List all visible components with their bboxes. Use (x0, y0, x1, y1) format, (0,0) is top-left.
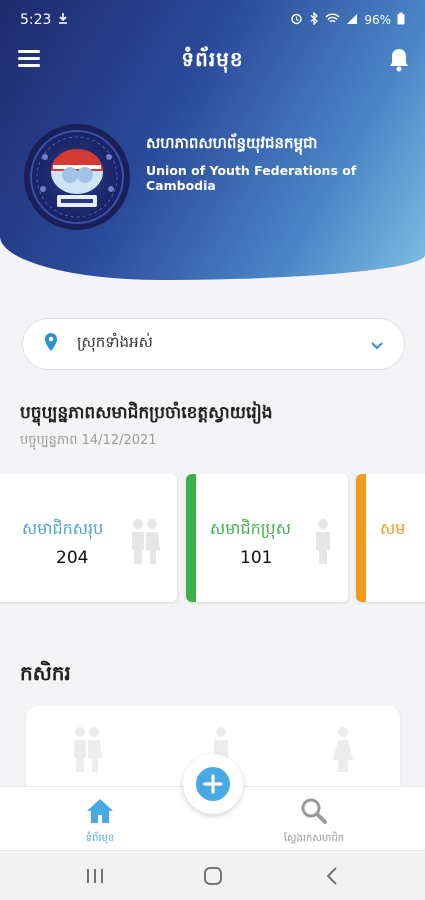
nav-home-label: ទំព័រមុខ (85, 833, 115, 844)
search-icon (300, 797, 328, 829)
stat-value: 204 (56, 548, 89, 568)
district-filter-value: ស្រុកទាំងអស់ (77, 333, 153, 351)
recent-apps-icon[interactable] (80, 865, 110, 887)
female-person-icon (332, 726, 354, 778)
male-members-card[interactable]: សមាជិកប្រុស 101 (186, 474, 348, 602)
status-bar: 5:23 96% (0, 0, 425, 40)
signal-icon (346, 13, 358, 28)
status-time: 5:23 (20, 12, 52, 28)
stat-label: សមាជិកប្រុស (210, 519, 291, 538)
couple-icon (130, 518, 160, 570)
nav-search-label: ស្វែងរកសមាជិក (283, 833, 345, 844)
add-button[interactable] (183, 754, 243, 814)
stat-value: 101 (240, 548, 273, 568)
stat-label: សម (380, 519, 406, 538)
male-person-icon (314, 518, 332, 570)
organization-name-english: Union of Youth Federations of Cambodia (146, 163, 357, 193)
nav-search-members[interactable]: ស្វែងរកសមាជិក (244, 787, 384, 851)
app-bar: ទំព័រមុខ (0, 40, 425, 82)
back-icon[interactable] (318, 865, 348, 887)
plus-icon (196, 767, 230, 801)
battery-icon (397, 12, 405, 28)
download-icon (57, 12, 69, 28)
organization-name-khmer: សហភាពសហព័ន្ធយុវជនកម្ពុជា (146, 134, 318, 152)
stat-label: សមាជិកសរុប (22, 519, 104, 538)
hamburger-menu-icon[interactable] (18, 50, 40, 70)
female-members-card[interactable]: សម (356, 474, 425, 602)
header-banner: 5:23 96% ទំព័រមុខ សហភាពសហព័ន្ធយុវជនកម្ពុ… (0, 0, 425, 280)
alarm-icon (290, 12, 303, 28)
nav-home[interactable]: ទំព័រមុខ (30, 787, 170, 851)
bluetooth-icon (309, 11, 319, 28)
summary-updated-date: បច្ចុប្បន្នភាព 14/12/2021 (20, 433, 157, 448)
couple-icon (72, 726, 102, 778)
category-title: កសិករ (20, 661, 71, 685)
page-title: ទំព័រមុខ (181, 47, 244, 71)
system-navigation-bar (0, 850, 425, 900)
bell-icon[interactable] (387, 46, 411, 74)
home-system-icon[interactable] (198, 865, 228, 887)
battery-text: 96% (364, 13, 391, 27)
chevron-down-icon (370, 335, 384, 354)
summary-title: បច្ចុប្បន្នភាពសមាជិកប្រចាំខេត្តស្វាយរៀង (20, 403, 273, 423)
member-stats-carousel[interactable]: សមាជិកសរុប 204 សមាជិកប្រុស 101 សម (0, 474, 425, 604)
district-filter-select[interactable]: ស្រុកទាំងអស់ (22, 318, 405, 370)
wifi-icon (325, 13, 340, 28)
organization-logo (24, 124, 130, 230)
location-pin-icon (43, 332, 59, 356)
home-icon (85, 797, 115, 829)
total-members-card[interactable]: សមាជិកសរុប 204 (0, 474, 177, 602)
